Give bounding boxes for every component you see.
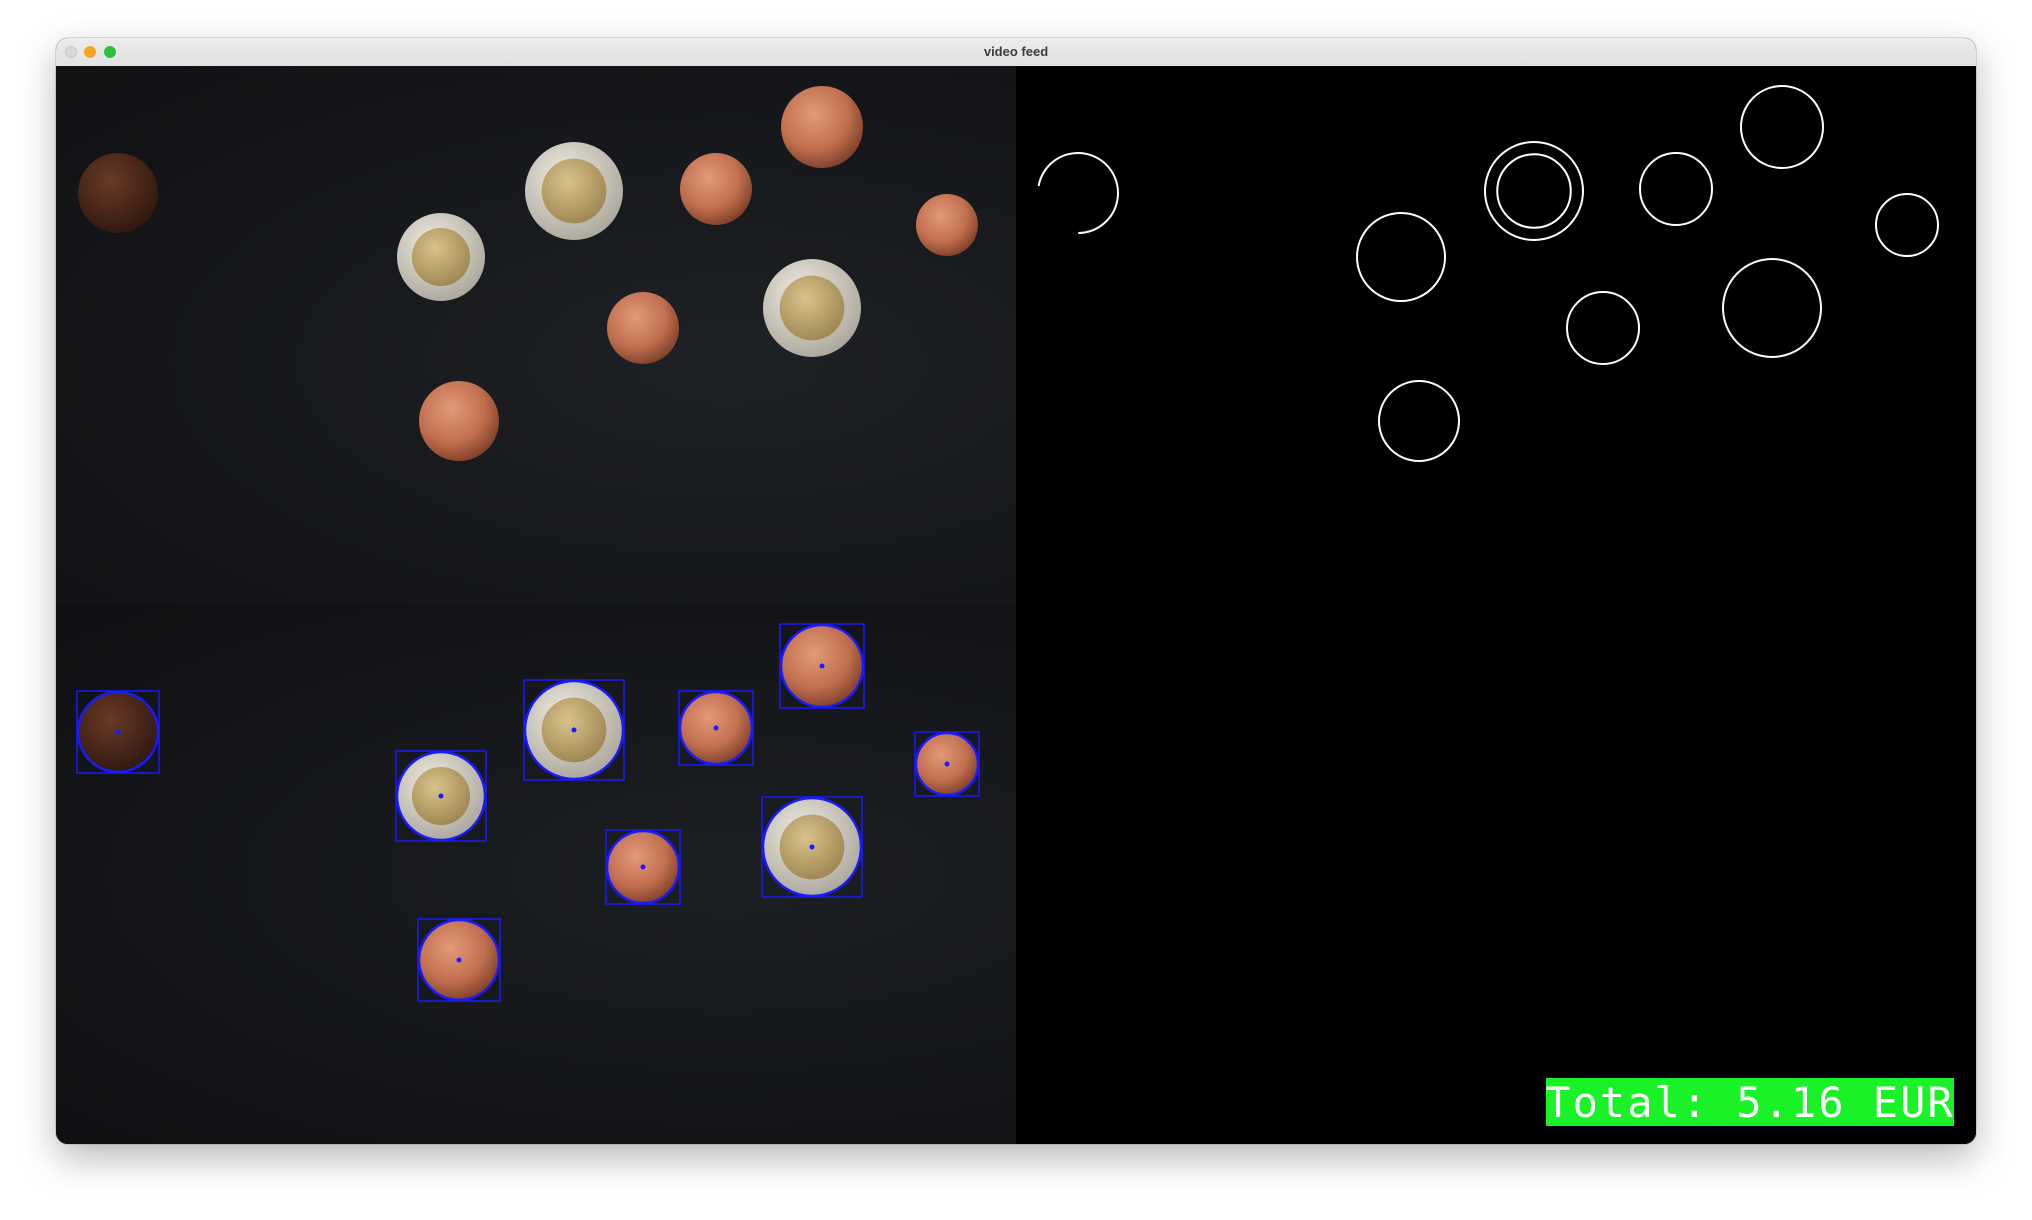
detection-center-dot (438, 793, 444, 799)
coin (419, 381, 499, 461)
edge-contour (1722, 258, 1822, 358)
video-frame: Total: 5.16 EUR (56, 66, 1976, 1144)
video-feed-window: video feed Total: 5.16 EUR (56, 38, 1976, 1144)
edge-contour (1037, 152, 1119, 234)
edge-contour (1875, 193, 1939, 257)
detection-center-dot (819, 663, 825, 669)
edge-contour (1484, 141, 1584, 241)
edge-contour-inner (1496, 153, 1572, 229)
edge-contours-layer (1037, 85, 1939, 462)
detection-overlay-layer (76, 623, 980, 1002)
edge-contour (1639, 152, 1713, 226)
detection-center-dot (944, 761, 950, 767)
edge-contour (1378, 380, 1460, 462)
coin-inner-core (779, 275, 845, 341)
detection-center-dot (640, 864, 646, 870)
original-coins-layer (78, 86, 978, 461)
coin (763, 259, 861, 357)
edge-contour (1740, 85, 1824, 169)
detection-frame-panel (56, 605, 1016, 1144)
window-title: video feed (983, 44, 1049, 59)
coin-body (419, 381, 499, 461)
edge-contour (1356, 212, 1446, 302)
coin (916, 194, 978, 256)
coin-body (781, 86, 863, 168)
coin-body (78, 153, 158, 233)
edge-contour (1566, 291, 1640, 365)
total-amount-label: Total: 5.16 EUR (1545, 1077, 1955, 1127)
detection-center-dot (713, 725, 719, 731)
edge-map-panel: Total: 5.16 EUR (1016, 66, 1976, 1144)
coin (397, 213, 485, 301)
title-bar: video feed (56, 38, 1976, 67)
coin-inner-core (541, 158, 607, 224)
total-badge: Total: 5.16 EUR (1545, 1077, 1955, 1127)
coin-body (680, 153, 752, 225)
coin-inner-core (411, 227, 471, 287)
coin (680, 153, 752, 225)
detection-center-dot (571, 727, 577, 733)
coin (607, 292, 679, 364)
detection-center-dot (115, 729, 121, 735)
coin (78, 153, 158, 233)
detection-center-dot (456, 957, 462, 963)
detection-center-dot (809, 844, 815, 850)
original-frame-panel (56, 66, 1016, 605)
coin-body (607, 292, 679, 364)
coin (781, 86, 863, 168)
coin (525, 142, 623, 240)
coin-body (916, 194, 978, 256)
